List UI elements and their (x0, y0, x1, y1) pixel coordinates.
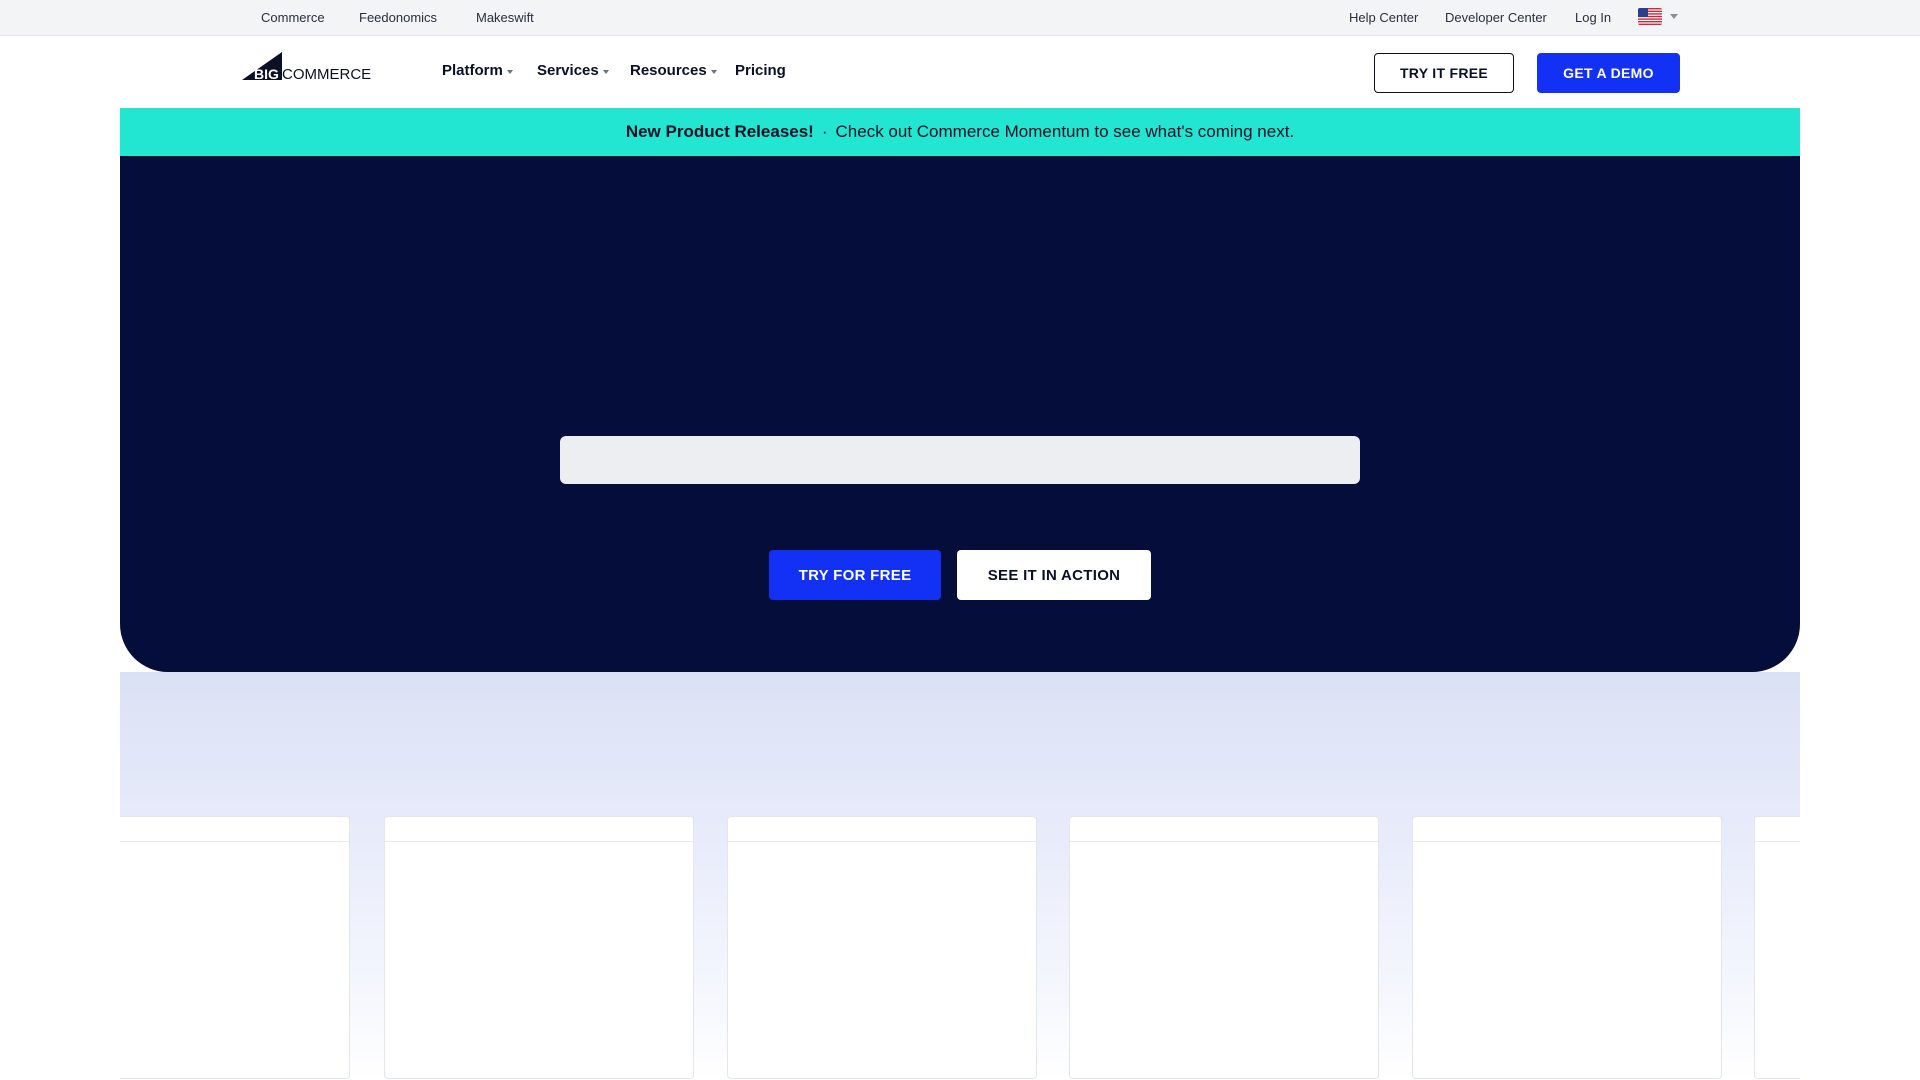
login-link[interactable]: Log In (1575, 10, 1611, 25)
card-carousel (120, 816, 1800, 1080)
nav-resources[interactable]: Resources (630, 62, 717, 79)
card-header (1413, 817, 1721, 842)
nav-platform[interactable]: Platform (442, 62, 513, 79)
nav-services[interactable]: Services (537, 62, 609, 79)
see-it-in-action-button[interactable]: SEE IT IN ACTION (957, 550, 1151, 600)
hero-section: TRY FOR FREE SEE IT IN ACTION (120, 156, 1800, 672)
card-header (120, 817, 349, 842)
feature-card[interactable] (120, 816, 350, 1079)
try-for-free-button[interactable]: TRY FOR FREE (769, 550, 941, 600)
chevron-down-icon (602, 69, 609, 74)
nav-pricing-label: Pricing (735, 62, 786, 79)
brand-link-makeswift[interactable]: Makeswift (476, 10, 534, 25)
announcement-banner[interactable]: New Product Releases! · Check out Commer… (120, 108, 1800, 156)
chevron-down-icon (710, 69, 717, 74)
utility-bar: Commerce Feedonomics Makeswift Help Cent… (0, 0, 1920, 36)
hero-placeholder-field (560, 436, 1360, 484)
feature-card[interactable] (384, 816, 694, 1079)
get-a-demo-button[interactable]: GET A DEMO (1537, 53, 1680, 93)
card-header (1070, 817, 1378, 842)
card-header (1755, 817, 1800, 842)
bigcommerce-logo[interactable]: BIG COMMERCE (242, 52, 372, 83)
logo-text-commerce: COMMERCE (282, 66, 371, 82)
announcement-text: Check out Commerce Momentum to see what'… (835, 122, 1295, 141)
main-nav: BIG COMMERCE Platform Services Resources… (0, 36, 1920, 108)
nav-services-label: Services (537, 62, 599, 79)
nav-resources-label: Resources (630, 62, 707, 79)
locale-chevron-down-icon[interactable] (1670, 14, 1678, 19)
help-center-link[interactable]: Help Center (1349, 10, 1418, 25)
announcement-title: New Product Releases! (625, 122, 814, 141)
feature-card[interactable] (1069, 816, 1379, 1079)
developer-center-link[interactable]: Developer Center (1445, 10, 1547, 25)
us-flag-icon[interactable] (1638, 8, 1662, 25)
nav-platform-label: Platform (442, 62, 503, 79)
feature-card[interactable] (1754, 816, 1800, 1079)
chevron-down-icon (506, 69, 513, 74)
feature-card[interactable] (1412, 816, 1722, 1079)
brand-link-commerce[interactable]: Commerce (261, 10, 325, 25)
card-header (385, 817, 693, 842)
feature-card[interactable] (727, 816, 1037, 1079)
nav-pricing[interactable]: Pricing (735, 62, 786, 79)
card-header (728, 817, 1036, 842)
announcement-separator: · (821, 122, 828, 141)
try-it-free-button[interactable]: TRY IT FREE (1374, 53, 1514, 93)
brand-link-feedonomics[interactable]: Feedonomics (359, 10, 437, 25)
logo-text-big: BIG (254, 66, 279, 82)
